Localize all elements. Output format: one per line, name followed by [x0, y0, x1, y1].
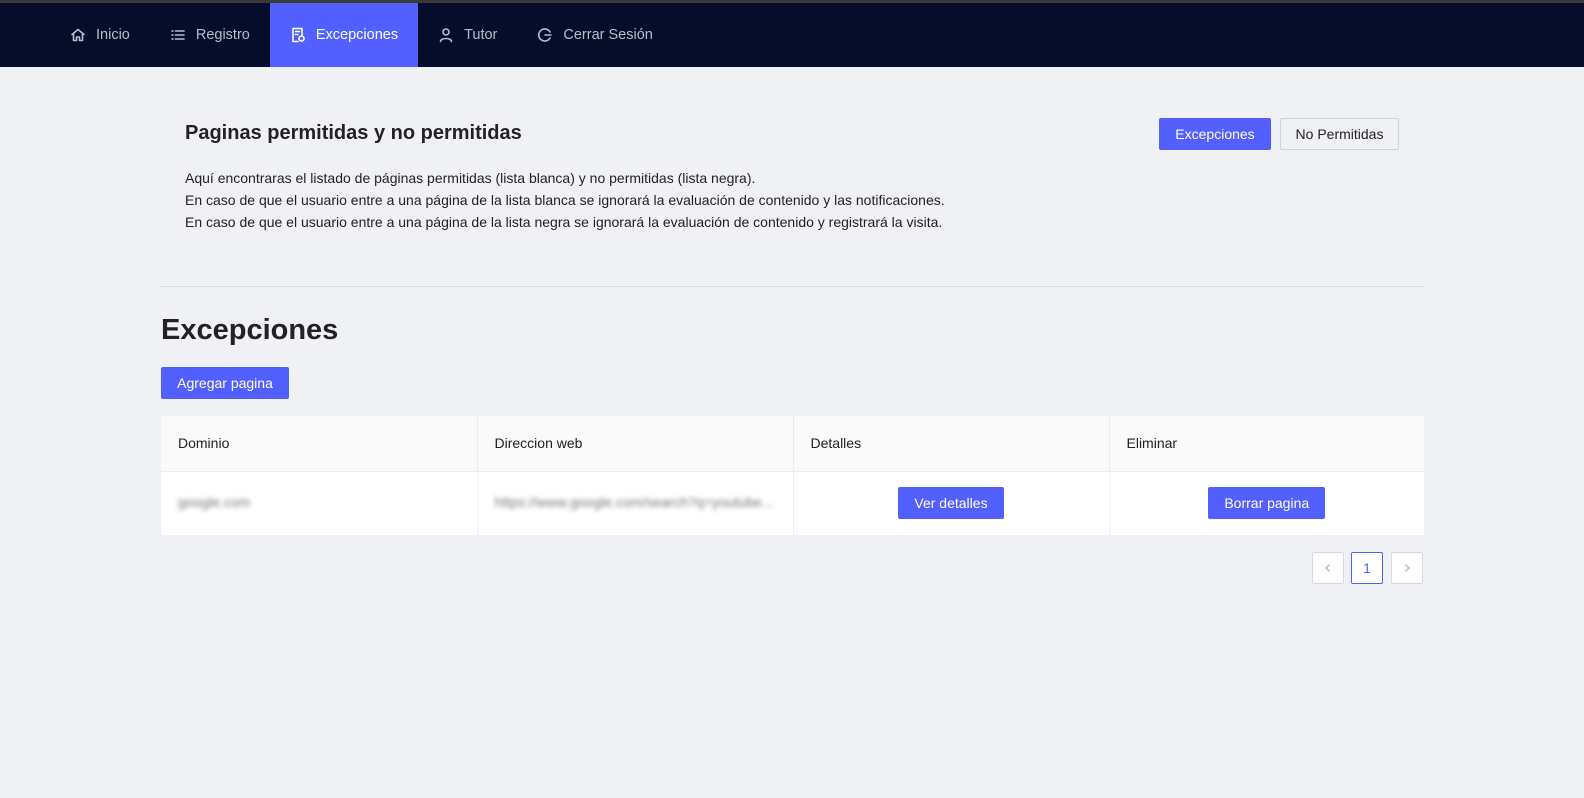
nav-item-cerrar-sesion[interactable]: Cerrar Sesión	[517, 3, 672, 67]
exceptions-table: Dominio Direccion web Detalles Eliminar …	[161, 416, 1424, 535]
details-cell: Ver detalles	[793, 471, 1110, 535]
not-allowed-toggle-button[interactable]: No Permitidas	[1280, 118, 1399, 150]
nav-item-inicio[interactable]: Inicio	[50, 3, 150, 67]
view-details-button[interactable]: Ver detalles	[898, 487, 1004, 520]
home-icon	[71, 28, 85, 42]
chevron-right-icon	[1404, 563, 1411, 573]
logout-icon	[538, 28, 553, 42]
table-header-row: Dominio Direccion web Detalles Eliminar	[161, 416, 1424, 472]
nav-item-label: Tutor	[464, 27, 498, 43]
column-header-domain: Dominio	[161, 416, 478, 472]
page-title: Excepciones	[161, 314, 339, 346]
add-page-button[interactable]: Agregar pagina	[161, 367, 289, 399]
nav-item-tutor[interactable]: Tutor	[418, 3, 517, 67]
pagination-prev-button[interactable]	[1312, 552, 1344, 584]
intro-description: Aquí encontraras el listado de páginas p…	[185, 167, 945, 233]
list-icon	[171, 30, 185, 40]
nav-item-excepciones[interactable]: Excepciones	[269, 3, 419, 67]
document-icon	[292, 27, 305, 43]
section-divider	[161, 286, 1424, 287]
url-cell: https://www.google.com/search?q=youtube.…	[477, 471, 794, 535]
domain-value: google.com	[178, 493, 251, 510]
nav-item-label: Excepciones	[315, 27, 399, 43]
table-row: google.com https://www.google.com/search…	[161, 471, 1424, 535]
top-navbar: Inicio Registro Excepciones Tutor Cerrar…	[0, 3, 1584, 67]
nav-item-label: Inicio	[96, 27, 130, 43]
column-header-delete: Eliminar	[1109, 416, 1424, 472]
intro-line: En caso de que el usuario entre a una pá…	[185, 214, 943, 230]
intro-line: En caso de que el usuario entre a una pá…	[185, 192, 945, 208]
exceptions-toggle-button[interactable]: Excepciones	[1159, 118, 1271, 150]
nav-item-label: Registro	[195, 27, 250, 43]
nav-item-label: Cerrar Sesión	[563, 27, 653, 43]
nav-item-registro[interactable]: Registro	[150, 3, 270, 67]
user-icon	[439, 28, 453, 43]
url-value: https://www.google.com/search?q=youtube.…	[494, 493, 773, 510]
intro-title: Paginas permitidas y no permitidas	[185, 122, 522, 144]
chevron-left-icon	[1324, 563, 1331, 573]
domain-cell: google.com	[161, 471, 478, 535]
pagination-next-button[interactable]	[1391, 552, 1423, 584]
delete-page-button[interactable]: Borrar pagina	[1208, 487, 1326, 520]
intro-line: Aquí encontraras el listado de páginas p…	[185, 170, 756, 186]
delete-cell: Borrar pagina	[1109, 471, 1424, 535]
column-header-details: Detalles	[793, 416, 1110, 472]
column-header-url: Direccion web	[477, 416, 794, 472]
pagination-page-button[interactable]: 1	[1351, 552, 1383, 584]
